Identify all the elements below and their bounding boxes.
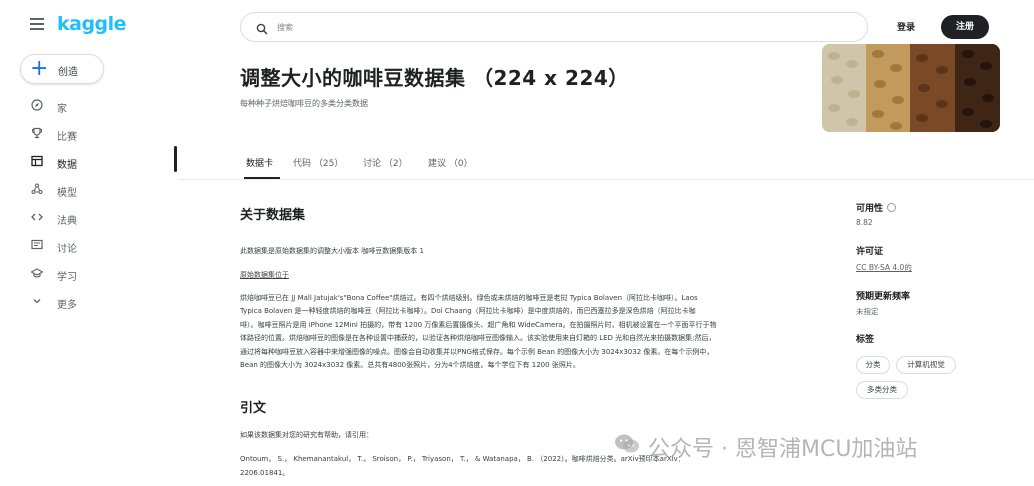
search-bar[interactable]: [240, 12, 868, 42]
sidebar-item-home[interactable]: 家: [0, 92, 178, 120]
tab-suggestions[interactable]: 建议 （0）: [428, 156, 473, 169]
code-icon: [30, 211, 44, 225]
kaggle-logo[interactable]: kaggle: [57, 13, 127, 35]
usability-label: 可用性: [856, 201, 897, 214]
body-line: Bean 的图像大小为 3024x3032 像素。总共有4800张照片，分为4个…: [240, 361, 580, 370]
body-line: 体路径的位置。烘焙咖啡豆的图像是在各种设置中捕获的，以验证各种烘焙咖啡豆图像输入…: [240, 334, 716, 343]
register-button[interactable]: 注册: [941, 15, 989, 39]
sidebar-item-label: 更多: [57, 300, 77, 311]
create-button[interactable]: + 创造: [20, 54, 104, 84]
body-line: 通过将每种咖啡豆放入容器中来增强图像的噪点。图像会自动收集并以PNG格式保存。每…: [240, 347, 714, 356]
discussion-icon: [30, 239, 44, 253]
body-line: 啡）。咖啡豆照片是用 iPhone 12Mini 拍摄的，带有 1200 万像素…: [240, 320, 717, 329]
sidebar-item-label: 比赛: [57, 132, 77, 143]
compass-icon: [30, 99, 44, 113]
usability-label-text: 可用性: [856, 204, 884, 214]
trophy-icon: [30, 127, 44, 141]
about-intro: 此数据集是原始数据集的调整大小版本 咖啡豆数据集版本 1: [240, 247, 424, 255]
tab-discussion[interactable]: 讨论 （2）: [363, 156, 408, 169]
search-icon: [256, 20, 268, 35]
license-value[interactable]: CC BY-SA 4.0的: [856, 262, 912, 273]
sidebar-item-code[interactable]: 法典: [0, 204, 178, 232]
about-heading: 关于数据集: [240, 208, 306, 223]
watermark-text: 公众号 · 恩智浦MCU加油站: [648, 437, 918, 462]
license-label: 许可证: [856, 247, 884, 257]
sidebar-item-label: 家: [57, 104, 67, 115]
sidebar-item-label: 学习: [57, 272, 77, 283]
models-icon: [30, 183, 44, 197]
body-line: 烘焙咖啡豆已在 JJ Mall Jatujak's"Bona Coffee"烘焙…: [240, 294, 698, 302]
sidebar-item-more[interactable]: 更多: [0, 288, 178, 316]
page-title: 调整大小的咖啡豆数据集 （224 x 224）: [240, 66, 629, 90]
chevron-down-icon: [30, 295, 44, 309]
body-line: Typica Bolaven 是一种轻度烘焙的咖啡豆（阿拉比卡咖啡）。Doi C…: [240, 307, 696, 316]
tags-label: 标签: [856, 335, 875, 345]
info-icon[interactable]: [887, 203, 897, 212]
tag-chip[interactable]: 计算机视觉: [896, 356, 956, 374]
citation-heading: 引文: [240, 401, 267, 416]
sidebar: kaggle + 创造 家 比赛 数据 模型 法典 讨论 学习 更多: [0, 0, 178, 486]
about-body: 烘焙咖啡豆已在 JJ Mall Jatujak's"Bona Coffee"烘焙…: [240, 292, 840, 372]
login-link[interactable]: 登录: [897, 20, 915, 33]
sidebar-item-learn[interactable]: 学习: [0, 260, 178, 288]
original-dataset-link[interactable]: 原始数据集位于: [240, 270, 289, 280]
sidebar-item-label: 数据: [57, 160, 77, 171]
menu-icon[interactable]: [30, 18, 44, 32]
learn-icon: [30, 267, 44, 281]
sidebar-item-label: 讨论: [57, 244, 77, 255]
search-input[interactable]: [277, 19, 837, 35]
wechat-icon: [614, 433, 640, 455]
sidebar-item-datasets[interactable]: 数据: [0, 148, 178, 176]
active-nav-indicator: [174, 146, 177, 172]
dataset-cover-image: [822, 44, 1000, 132]
update-frequency-value: 未指定: [856, 307, 879, 316]
sidebar-item-models[interactable]: 模型: [0, 176, 178, 204]
sidebar-item-competitions[interactable]: 比赛: [0, 120, 178, 148]
citation-intro: 如果该数据集对您的研究有帮助，请引用：: [240, 431, 373, 439]
usability-value: 8.82: [856, 218, 873, 227]
tag-chip[interactable]: 多类分类: [856, 381, 908, 399]
table-icon: [30, 155, 44, 169]
sidebar-item-label: 法典: [57, 216, 77, 227]
tab-data-card[interactable]: 数据卡: [246, 156, 273, 169]
sidebar-item-label: 模型: [57, 188, 77, 199]
tab-code[interactable]: 代码 （25）: [293, 156, 343, 169]
update-frequency-label: 预期更新频率: [856, 292, 911, 302]
sidebar-item-discussions[interactable]: 讨论: [0, 232, 178, 260]
page-subtitle: 每种种子烘焙咖啡豆的多类分类数据: [240, 99, 368, 108]
create-button-label: 创造: [58, 67, 78, 78]
tab-divider: [178, 179, 1034, 180]
citation-line: 2206.01841。: [240, 469, 290, 477]
sidebar-nav: 家 比赛 数据 模型 法典 讨论 学习 更多: [0, 92, 178, 316]
plus-icon: +: [30, 56, 49, 81]
tag-chip[interactable]: 分类: [856, 356, 890, 374]
